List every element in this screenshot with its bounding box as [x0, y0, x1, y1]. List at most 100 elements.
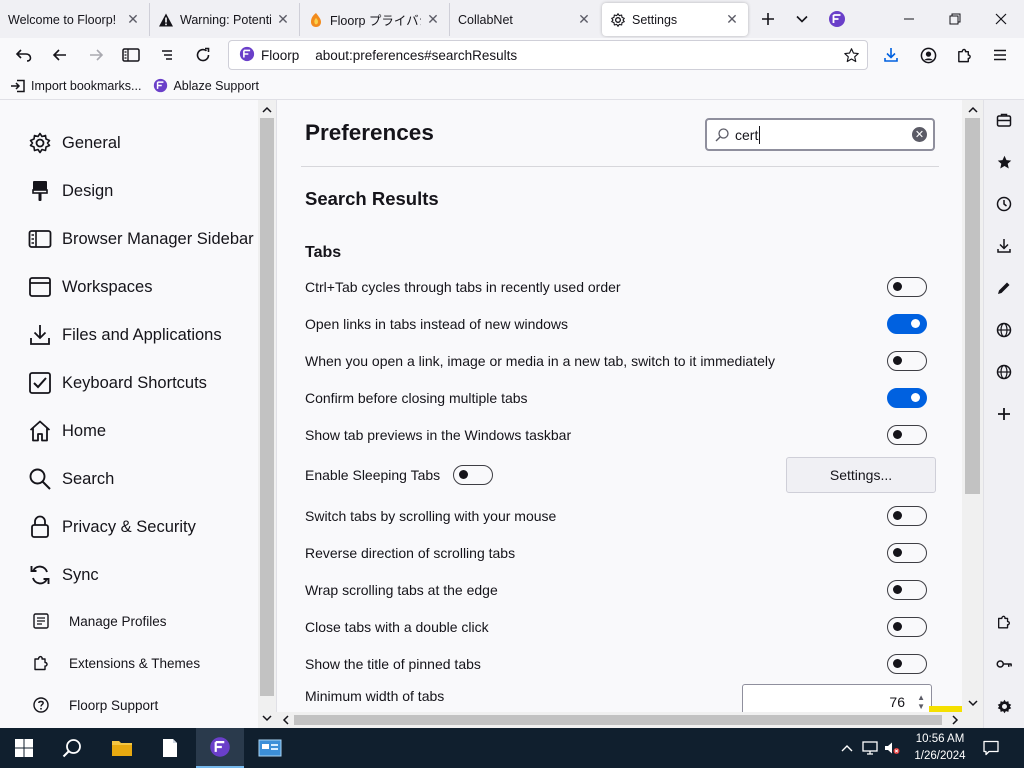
new-tab-button[interactable] [755, 6, 781, 32]
preferences-search-input[interactable]: cert ✕ [705, 118, 935, 151]
close-window-button[interactable] [988, 6, 1014, 32]
checkbox-icon [28, 371, 52, 395]
scroll-up-icon[interactable] [966, 103, 979, 115]
tree-style-tabs-icon[interactable] [154, 42, 180, 68]
category-design[interactable]: Design [28, 175, 113, 207]
notifications-icon[interactable] [983, 740, 999, 756]
horizontal-scrollbar[interactable] [276, 712, 983, 728]
start-button[interactable] [0, 728, 48, 768]
downloads-icon[interactable] [878, 42, 904, 68]
category-privacy-security[interactable]: Privacy & Security [28, 511, 196, 543]
identity-box[interactable]: Floorp [229, 46, 299, 65]
url-bar[interactable]: Floorp about:preferences#searchResults [228, 40, 868, 70]
search-icon[interactable] [48, 728, 96, 768]
toggle-double-click-close[interactable] [887, 617, 927, 637]
tab-privacy-policy[interactable]: Floorp プライバシーポリシー ✕ [300, 3, 450, 36]
clock-date: 1/26/2024 [914, 750, 966, 762]
min-tab-width-input[interactable]: 76 ▲ ▼ [742, 684, 932, 712]
category-keyboard-shortcuts[interactable]: Keyboard Shortcuts [28, 367, 207, 399]
category-files-and-applications[interactable]: Files and Applications [28, 319, 222, 351]
extensions-icon[interactable] [951, 42, 977, 68]
bookmark-ablaze-support[interactable]: Ablaze Support [153, 78, 259, 93]
back-button[interactable] [47, 42, 73, 68]
pencil-icon[interactable] [993, 277, 1015, 299]
close-icon[interactable]: ✕ [576, 11, 592, 28]
setting-label: Show the title of pinned tabs [305, 656, 481, 672]
star-icon[interactable] [841, 45, 861, 65]
scroll-down-icon[interactable] [966, 697, 979, 709]
toggle-switch-to-new-tab[interactable] [887, 351, 927, 371]
category-browser-manager-sidebar[interactable]: Browser Manager Sidebar [28, 223, 254, 255]
restore-button[interactable] [942, 6, 968, 32]
reload-button[interactable] [190, 42, 216, 68]
minimize-button[interactable] [896, 6, 922, 32]
toggle-wrap-scroll[interactable] [887, 580, 927, 600]
floorp-logo-icon[interactable] [824, 6, 850, 32]
tab-title: Warning: Potential Security Risk [180, 12, 271, 27]
control-panel-icon[interactable] [246, 728, 294, 768]
toggle-scroll-switch-tabs[interactable] [887, 506, 927, 526]
bookmark-import[interactable]: Import bookmarks... [10, 79, 141, 93]
globe-icon[interactable] [993, 319, 1015, 341]
category-sync[interactable]: Sync [28, 559, 99, 591]
scroll-right-icon[interactable] [949, 714, 961, 726]
tab-welcome[interactable]: Welcome to Floorp! ✕ [0, 3, 150, 36]
puzzle-icon[interactable] [993, 611, 1015, 633]
file-explorer-icon[interactable] [98, 728, 146, 768]
toggle-ctrl-tab[interactable] [887, 277, 927, 297]
clear-search-icon[interactable]: ✕ [912, 127, 927, 142]
sleeping-tabs-settings-button[interactable]: Settings... [786, 457, 936, 493]
floorp-taskbar-icon[interactable] [196, 728, 244, 768]
notepad-icon[interactable] [146, 728, 194, 768]
windows-taskbar: 10:56 AM 1/26/2024 [0, 728, 1024, 768]
gear-icon[interactable] [993, 695, 1015, 717]
manage-profiles-link[interactable]: Manage Profiles [32, 609, 167, 633]
sidebar-toggle-icon[interactable] [118, 42, 144, 68]
scroll-left-icon[interactable] [279, 714, 291, 726]
sidebar-scrollbar[interactable] [258, 100, 276, 728]
toggle-open-links-in-tabs[interactable] [887, 314, 927, 334]
volume-muted-icon[interactable] [884, 740, 900, 756]
toggle-taskbar-previews[interactable] [887, 425, 927, 445]
globe-icon[interactable] [993, 361, 1015, 383]
category-search[interactable]: Search [28, 463, 114, 495]
system-clock[interactable]: 10:56 AM 1/26/2024 [910, 731, 970, 765]
briefcase-icon[interactable] [993, 109, 1015, 131]
category-workspaces[interactable]: Workspaces [28, 271, 152, 303]
key-icon[interactable] [993, 653, 1015, 675]
toggle-sleeping-tabs[interactable] [453, 465, 493, 485]
network-icon[interactable] [862, 740, 878, 756]
url-text[interactable]: about:preferences#searchResults [315, 48, 517, 63]
undo-close-tab-icon[interactable] [11, 42, 37, 68]
add-panel-icon[interactable] [993, 403, 1015, 425]
scrollbar-thumb[interactable] [260, 118, 274, 696]
toggle-confirm-close-tabs[interactable] [887, 388, 927, 408]
category-general[interactable]: General [28, 127, 121, 159]
scrollbar-thumb[interactable] [294, 715, 942, 725]
account-icon[interactable] [915, 42, 941, 68]
toggle-pinned-tab-title[interactable] [887, 654, 927, 674]
extensions-themes-link[interactable]: Extensions & Themes [32, 651, 200, 675]
spinner-icon[interactable]: ▲ ▼ [917, 693, 925, 711]
close-icon[interactable]: ✕ [425, 11, 441, 28]
close-icon[interactable]: ✕ [724, 11, 740, 28]
floorp-support-link[interactable]: Floorp Support [32, 693, 158, 717]
scroll-up-icon[interactable] [261, 103, 273, 115]
bookmarks-star-icon[interactable] [993, 151, 1015, 173]
download-icon[interactable] [993, 235, 1015, 257]
category-home[interactable]: Home [28, 415, 106, 447]
scroll-down-icon[interactable] [261, 712, 273, 724]
list-all-tabs-button[interactable] [789, 6, 815, 32]
tab-warning[interactable]: Warning: Potential Security Risk ✕ [150, 3, 300, 36]
scrollbar-thumb[interactable] [965, 118, 980, 494]
main-scrollbar[interactable] [962, 100, 983, 712]
tab-settings[interactable]: Settings ✕ [602, 3, 748, 36]
toggle-reverse-scroll[interactable] [887, 543, 927, 563]
forward-button[interactable] [83, 42, 109, 68]
chevron-up-icon[interactable] [839, 740, 855, 756]
close-icon[interactable]: ✕ [275, 11, 291, 28]
history-icon[interactable] [993, 193, 1015, 215]
menu-icon[interactable] [987, 42, 1013, 68]
close-icon[interactable]: ✕ [125, 11, 141, 28]
tab-collabnet[interactable]: CollabNet ✕ [450, 3, 600, 36]
